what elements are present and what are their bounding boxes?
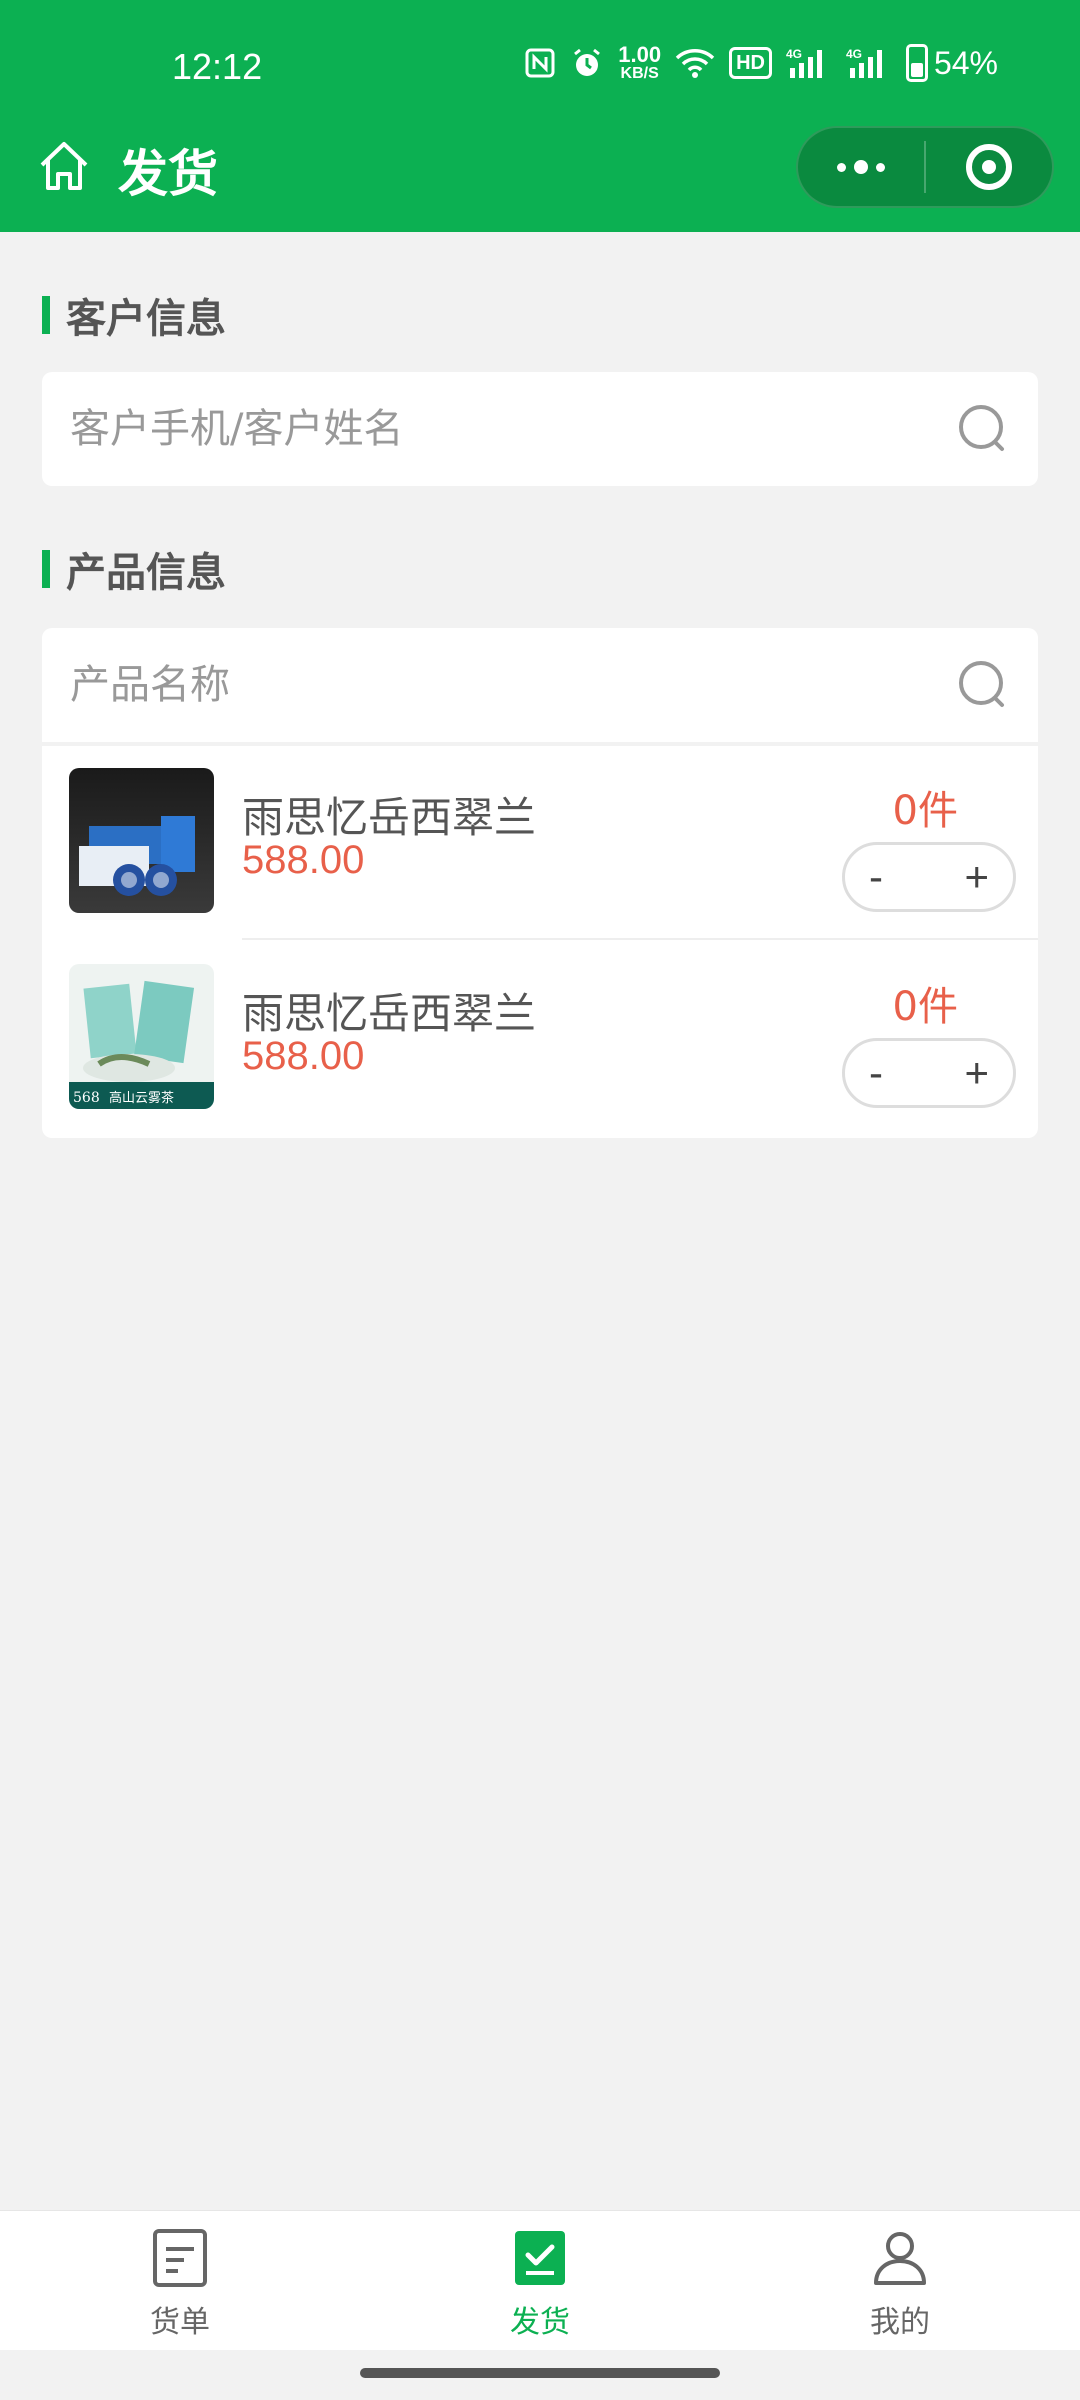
document-icon [151, 2229, 209, 2287]
increase-button[interactable]: + [964, 853, 989, 901]
nfc-icon [524, 47, 556, 79]
search-icon[interactable] [956, 402, 1010, 456]
tab-me-label: 我的 [870, 2305, 930, 2340]
battery-icon [905, 44, 928, 82]
thumb-caption-text: 高山云雾茶 [109, 1090, 174, 1106]
net-speed-value: 1.00 [618, 42, 662, 67]
tab-orders-label: 货单 [150, 2305, 210, 2340]
product-search-input[interactable] [70, 662, 956, 708]
user-icon [871, 2229, 929, 2287]
home-indicator[interactable] [360, 2368, 720, 2378]
decrease-button[interactable]: - [869, 853, 883, 901]
customer-section-label: 客户信息 [66, 296, 226, 342]
page-title: 发货 [118, 145, 218, 203]
product-section-title: 产品信息 [42, 540, 226, 598]
quantity-stepper: - + [842, 1038, 1016, 1108]
search-icon[interactable] [956, 658, 1010, 712]
tab-ship[interactable]: 发货 [360, 2211, 720, 2350]
product-name: 雨思忆岳西翠兰 [242, 793, 537, 842]
product-thumbnail: 568 高山云雾茶 [69, 964, 214, 1109]
target-icon [966, 144, 1012, 190]
svg-text:4G: 4G [786, 47, 802, 61]
customer-search-box [42, 372, 1038, 486]
product-quantity: 0件 [892, 984, 958, 1030]
increase-button[interactable]: + [964, 1049, 989, 1097]
home-icon[interactable] [36, 138, 92, 194]
bottom-tab-bar: 货单 发货 我的 [0, 2210, 1080, 2350]
wifi-icon [675, 47, 715, 79]
more-button[interactable] [798, 128, 924, 206]
section-accent-bar [42, 550, 50, 588]
app-header: 12:12 1.00 KB/S HD 4G 4G 54% 发货 [0, 0, 1080, 232]
product-thumbnail [69, 768, 214, 913]
section-accent-bar [42, 296, 50, 334]
battery: 54% [905, 44, 998, 82]
product-price: 588.00 [242, 1034, 365, 1078]
signal-icon-1: 4G [786, 46, 832, 80]
product-name: 雨思忆岳西翠兰 [242, 989, 537, 1038]
product-section-label: 产品信息 [66, 550, 226, 596]
list-item[interactable]: 雨思忆岳西翠兰 588.00 0件 - + [42, 746, 1038, 942]
product-price: 588.00 [242, 838, 365, 882]
net-speed: 1.00 KB/S [618, 44, 661, 82]
customer-section-title: 客户信息 [42, 286, 226, 344]
customer-search-input[interactable] [70, 406, 956, 452]
checklist-icon [511, 2229, 569, 2287]
alarm-icon [570, 46, 604, 80]
mini-program-capsule [796, 126, 1054, 208]
net-speed-unit: KB/S [620, 65, 659, 82]
product-list: 雨思忆岳西翠兰 588.00 0件 - + 568 高山云雾茶 雨思忆岳西翠兰 … [42, 746, 1038, 1138]
row-divider [242, 938, 1038, 940]
tab-ship-label: 发货 [510, 2305, 570, 2340]
decrease-button[interactable]: - [869, 1049, 883, 1097]
close-button[interactable] [926, 128, 1052, 206]
list-item[interactable]: 568 高山云雾茶 雨思忆岳西翠兰 588.00 0件 - + [42, 942, 1038, 1138]
tab-me[interactable]: 我的 [720, 2211, 1080, 2350]
battery-percent: 54% [933, 44, 998, 81]
hd-badge: HD [729, 47, 772, 79]
more-dots-icon [837, 160, 885, 174]
status-icons: 1.00 KB/S HD 4G 4G 54% [524, 44, 998, 82]
tab-orders[interactable]: 货单 [0, 2211, 360, 2350]
status-time: 12:12 [172, 46, 263, 87]
product-search-box [42, 628, 1038, 742]
svg-text:4G: 4G [846, 47, 862, 61]
signal-icon-2: 4G [846, 46, 892, 80]
thumb-price-text: 568 [73, 1090, 100, 1106]
product-quantity: 0件 [892, 788, 958, 834]
quantity-stepper: - + [842, 842, 1016, 912]
